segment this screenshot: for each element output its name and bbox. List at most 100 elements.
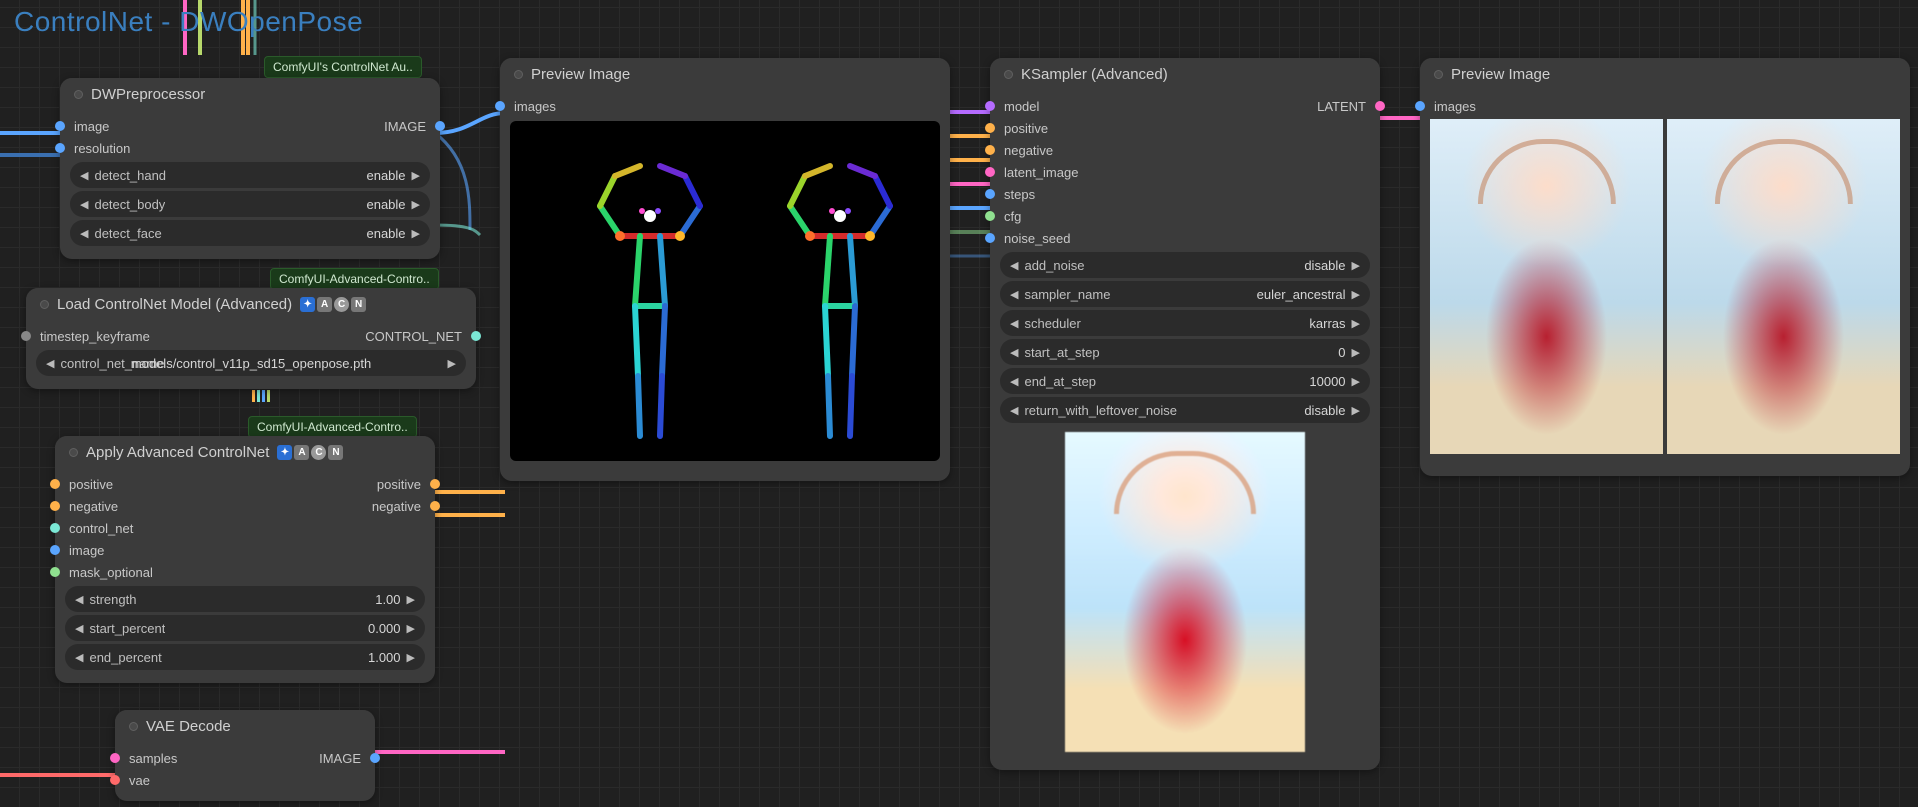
port-positive-out[interactable]: [430, 479, 440, 489]
chevron-right-icon[interactable]: ▶: [1352, 317, 1360, 330]
group-title: ControlNet - DWOpenPose: [14, 6, 363, 38]
collapse-dot-icon[interactable]: [74, 90, 83, 99]
port-image-out[interactable]: [435, 121, 445, 131]
widget-end-percent[interactable]: ◀ end_percent 1.000 ▶: [65, 644, 425, 670]
chevron-left-icon[interactable]: ◀: [75, 622, 83, 635]
node-title: Load ControlNet Model (Advanced): [57, 296, 292, 313]
chevron-left-icon[interactable]: ◀: [1010, 346, 1018, 359]
port-image-in[interactable]: [55, 121, 65, 131]
chevron-left-icon[interactable]: ◀: [80, 227, 88, 240]
port-label: control_net: [69, 521, 133, 536]
port-steps-in[interactable]: [985, 189, 995, 199]
output-image-2: [1667, 119, 1900, 454]
collapse-dot-icon[interactable]: [69, 448, 78, 457]
chevron-left-icon[interactable]: ◀: [1010, 404, 1018, 417]
port-label: positive: [377, 477, 421, 492]
chevron-right-icon[interactable]: ▶: [412, 227, 420, 240]
widget-scheduler[interactable]: ◀schedulerkarras▶: [1000, 310, 1370, 336]
widget-sampler-name[interactable]: ◀sampler_nameeuler_ancestral▶: [1000, 281, 1370, 307]
chevron-left-icon[interactable]: ◀: [1010, 288, 1018, 301]
widget-start-percent[interactable]: ◀ start_percent 0.000 ▶: [65, 615, 425, 641]
node-apply-controlnet[interactable]: Apply Advanced ControlNet ✦ACN positive …: [55, 436, 435, 683]
node-header[interactable]: VAE Decode: [115, 710, 375, 743]
node-preview-output[interactable]: Preview Image images: [1420, 58, 1910, 476]
node-header[interactable]: KSampler (Advanced): [990, 58, 1380, 91]
widget-name: detect_body: [94, 197, 165, 212]
port-label: image: [74, 119, 109, 134]
port-label: samples: [129, 751, 177, 766]
widget-detect-face[interactable]: ◀ detect_face enable ▶: [70, 220, 430, 246]
node-header[interactable]: DWPreprocessor: [60, 78, 440, 111]
chevron-right-icon[interactable]: ▶: [407, 651, 415, 664]
chevron-right-icon[interactable]: ▶: [1352, 288, 1360, 301]
chevron-right-icon[interactable]: ▶: [1352, 346, 1360, 359]
widget-detect-body[interactable]: ◀ detect_body enable ▶: [70, 191, 430, 217]
widget-value: enable: [366, 197, 405, 212]
chevron-right-icon[interactable]: ▶: [448, 357, 456, 370]
widget-end-at-step[interactable]: ◀end_at_step10000▶: [1000, 368, 1370, 394]
port-image-in[interactable]: [50, 545, 60, 555]
port-positive-in[interactable]: [50, 479, 60, 489]
widget-name: start_at_step: [1024, 345, 1099, 360]
node-header[interactable]: Preview Image: [500, 58, 950, 91]
port-mask-optional-in[interactable]: [50, 567, 60, 577]
chevron-left-icon[interactable]: ◀: [75, 651, 83, 664]
widget-value: 0: [1338, 345, 1345, 360]
chevron-right-icon[interactable]: ▶: [1352, 375, 1360, 388]
port-control-net-out[interactable]: [471, 331, 481, 341]
collapse-dot-icon[interactable]: [1004, 70, 1013, 79]
node-load-controlnet[interactable]: Load ControlNet Model (Advanced) ✦ACN ti…: [26, 288, 476, 389]
port-positive-in[interactable]: [985, 123, 995, 133]
chevron-right-icon[interactable]: ▶: [1352, 259, 1360, 272]
chevron-right-icon[interactable]: ▶: [412, 169, 420, 182]
tooltip-adv-controlnet-1: ComfyUI-Advanced-Contro..: [270, 268, 439, 290]
port-negative-in[interactable]: [50, 501, 60, 511]
node-header[interactable]: Preview Image: [1420, 58, 1910, 91]
port-noise-seed-in[interactable]: [985, 233, 995, 243]
port-negative-out[interactable]: [430, 501, 440, 511]
port-resolution-in[interactable]: [55, 143, 65, 153]
port-samples-in[interactable]: [110, 753, 120, 763]
port-cfg-in[interactable]: [985, 211, 995, 221]
node-preview-pose[interactable]: Preview Image images: [500, 58, 950, 481]
node-header[interactable]: Load ControlNet Model (Advanced) ✦ACN: [26, 288, 476, 321]
chevron-right-icon[interactable]: ▶: [407, 593, 415, 606]
port-image-out[interactable]: [370, 753, 380, 763]
port-control-net-in[interactable]: [50, 523, 60, 533]
widget-value: 1.000: [368, 650, 401, 665]
chevron-left-icon[interactable]: ◀: [80, 198, 88, 211]
node-header[interactable]: Apply Advanced ControlNet ✦ACN: [55, 436, 435, 469]
port-images-in[interactable]: [1415, 101, 1425, 111]
widget-add-noise[interactable]: ◀add_noisedisable▶: [1000, 252, 1370, 278]
port-label: LATENT: [1317, 99, 1366, 114]
pose-preview-image: [510, 121, 940, 461]
chevron-left-icon[interactable]: ◀: [1010, 375, 1018, 388]
chevron-left-icon[interactable]: ◀: [46, 357, 54, 370]
collapse-dot-icon[interactable]: [514, 70, 523, 79]
chevron-right-icon[interactable]: ▶: [407, 622, 415, 635]
chevron-right-icon[interactable]: ▶: [412, 198, 420, 211]
node-ksampler-advanced[interactable]: KSampler (Advanced) model LATENT positiv…: [990, 58, 1380, 770]
port-images-in[interactable]: [495, 101, 505, 111]
port-latent-image-in[interactable]: [985, 167, 995, 177]
port-latent-out[interactable]: [1375, 101, 1385, 111]
widget-strength[interactable]: ◀ strength 1.00 ▶: [65, 586, 425, 612]
node-vae-decode[interactable]: VAE Decode samples IMAGE vae: [115, 710, 375, 801]
port-negative-in[interactable]: [985, 145, 995, 155]
widget-start-at-step[interactable]: ◀ start_at_step 0 ▶: [1000, 339, 1370, 365]
collapse-dot-icon[interactable]: [40, 300, 49, 309]
widget-control-net-name[interactable]: ◀ control_net_name models/control_v11p_s…: [36, 350, 466, 376]
chevron-left-icon[interactable]: ◀: [1010, 259, 1018, 272]
collapse-dot-icon[interactable]: [1434, 70, 1443, 79]
port-timestep-keyframe-in[interactable]: [21, 331, 31, 341]
widget-detect-hand[interactable]: ◀ detect_hand enable ▶: [70, 162, 430, 188]
chevron-left-icon[interactable]: ◀: [75, 593, 83, 606]
chevron-right-icon[interactable]: ▶: [1352, 404, 1360, 417]
chevron-left-icon[interactable]: ◀: [1010, 317, 1018, 330]
collapse-dot-icon[interactable]: [129, 722, 138, 731]
port-model-in[interactable]: [985, 101, 995, 111]
port-vae-in[interactable]: [110, 775, 120, 785]
chevron-left-icon[interactable]: ◀: [80, 169, 88, 182]
widget-return-leftover-noise[interactable]: ◀return_with_leftover_noisedisable▶: [1000, 397, 1370, 423]
node-dwpreprocessor[interactable]: DWPreprocessor image IMAGE resolution ◀ …: [60, 78, 440, 259]
